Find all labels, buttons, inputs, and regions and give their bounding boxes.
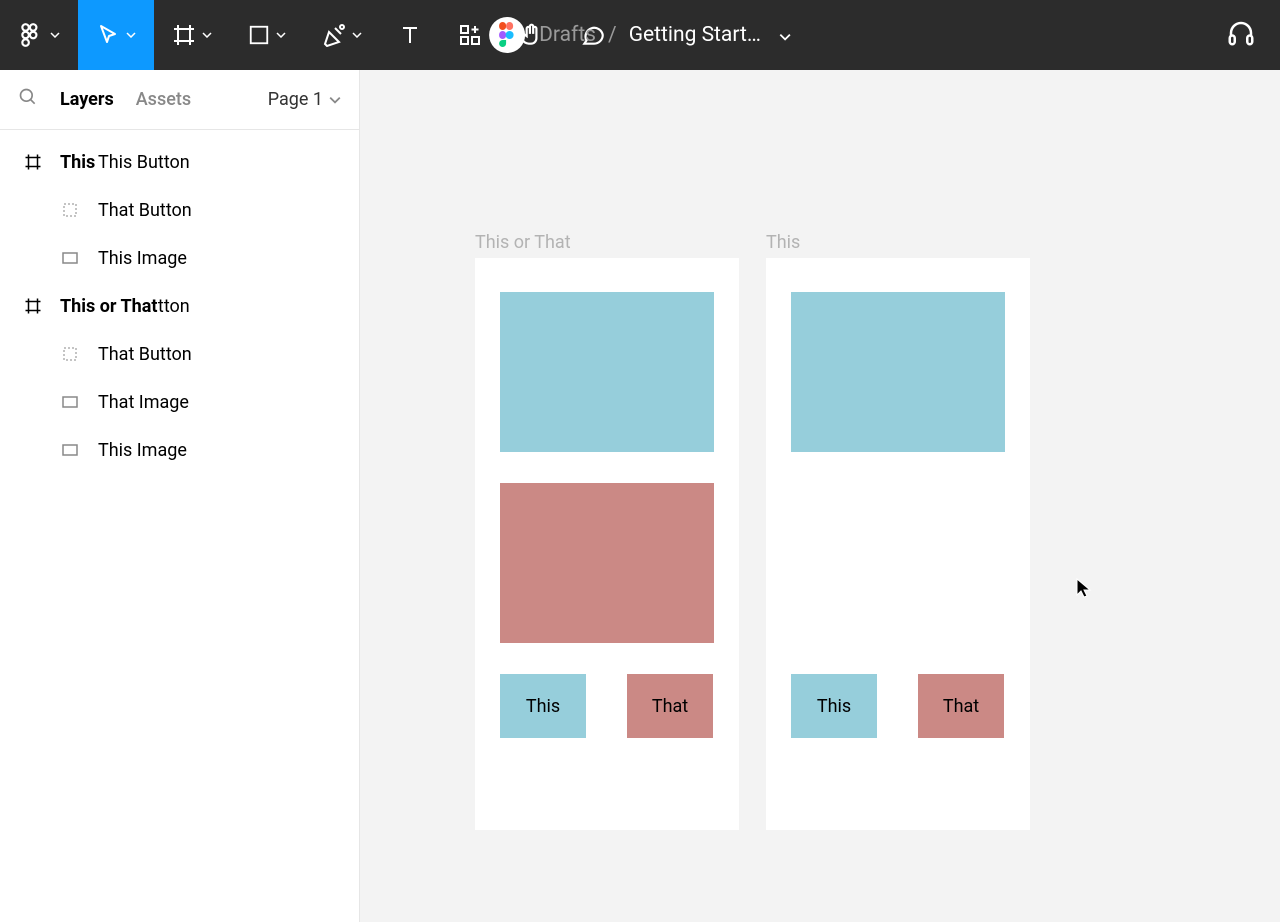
cursor-icon <box>96 23 120 47</box>
that-button[interactable]: That <box>918 674 1004 738</box>
layers-list: This This Button That Button This Image … <box>0 130 359 474</box>
layer-label: That Image <box>98 392 189 413</box>
team-avatar[interactable] <box>489 17 525 53</box>
chevron-down-icon <box>126 32 136 38</box>
layer-label: This or That <box>60 296 157 317</box>
that-button[interactable]: That <box>627 674 713 738</box>
layer-label: This Image <box>98 440 187 461</box>
layer-item[interactable]: That Image <box>0 378 359 426</box>
rectangle-icon <box>62 252 86 264</box>
chevron-down-icon <box>202 32 212 38</box>
frame-this-or-that[interactable]: This or That This That <box>475 258 739 830</box>
chevron-down-icon[interactable] <box>779 23 791 47</box>
page-selector[interactable]: Page 1 <box>268 89 341 110</box>
search-icon[interactable] <box>18 87 38 112</box>
button-label: That <box>943 696 979 717</box>
breadcrumb-separator: / <box>608 23 617 47</box>
top-toolbar: Drafts / Getting Start… <box>0 0 1280 70</box>
text-icon <box>398 23 422 47</box>
chevron-down-icon <box>276 32 286 38</box>
rectangle-icon <box>62 444 86 456</box>
this-button[interactable]: This <box>500 674 586 738</box>
huddle-button[interactable] <box>1226 18 1256 52</box>
pen-icon <box>322 23 346 47</box>
project-name[interactable]: Drafts <box>539 23 596 47</box>
main-menu-button[interactable] <box>0 0 78 70</box>
frame-tool-button[interactable] <box>154 0 230 70</box>
frame-this[interactable]: This This That <box>766 258 1030 830</box>
layer-item[interactable]: This Image <box>0 234 359 282</box>
button-label: That <box>652 696 688 717</box>
chevron-down-icon <box>329 96 341 104</box>
page-label: Page 1 <box>268 89 323 110</box>
button-label: This <box>526 696 560 717</box>
layer-item[interactable]: That Button <box>0 330 359 378</box>
layer-label: This <box>60 152 95 173</box>
this-image[interactable] <box>500 292 714 452</box>
layer-label: This Button <box>98 152 190 173</box>
figma-menu-icon <box>18 22 44 48</box>
layer-label: This Image <box>98 248 187 269</box>
chevron-down-icon <box>50 32 60 38</box>
resources-icon <box>458 23 482 47</box>
frame-label[interactable]: This or That <box>475 232 571 253</box>
chevron-down-icon <box>352 32 362 38</box>
layer-item[interactable]: This Image <box>0 426 359 474</box>
layers-panel: Layers Assets Page 1 This This Button <box>0 70 360 922</box>
this-button[interactable]: This <box>791 674 877 738</box>
rectangle-icon <box>248 24 270 46</box>
component-icon <box>62 346 86 362</box>
tab-assets[interactable]: Assets <box>136 89 191 110</box>
layer-label: That Button <box>98 344 192 365</box>
frame-icon <box>172 23 196 47</box>
file-name[interactable]: Getting Start… <box>629 23 761 47</box>
button-label: This <box>817 696 851 717</box>
text-tool-button[interactable] <box>380 0 440 70</box>
this-image[interactable] <box>791 292 1005 452</box>
shape-tool-button[interactable] <box>230 0 304 70</box>
frame-label[interactable]: This <box>766 232 800 253</box>
component-icon <box>62 202 86 218</box>
frame-icon <box>24 153 48 171</box>
move-tool-button[interactable] <box>78 0 154 70</box>
cursor-icon <box>1075 577 1093 603</box>
pen-tool-button[interactable] <box>304 0 380 70</box>
canvas[interactable]: This or That This That This This That <box>360 70 1280 922</box>
frame-icon <box>24 297 48 315</box>
layer-label: That Button <box>98 200 192 221</box>
layer-frame-this-or-that[interactable]: This or That <box>0 282 157 330</box>
that-image[interactable] <box>500 483 714 643</box>
layer-item[interactable]: That Button <box>0 186 359 234</box>
breadcrumb[interactable]: Drafts / Getting Start… <box>539 23 791 47</box>
tab-layers[interactable]: Layers <box>60 89 114 110</box>
layer-frame-this[interactable]: This <box>0 138 95 186</box>
rectangle-icon <box>62 396 86 408</box>
